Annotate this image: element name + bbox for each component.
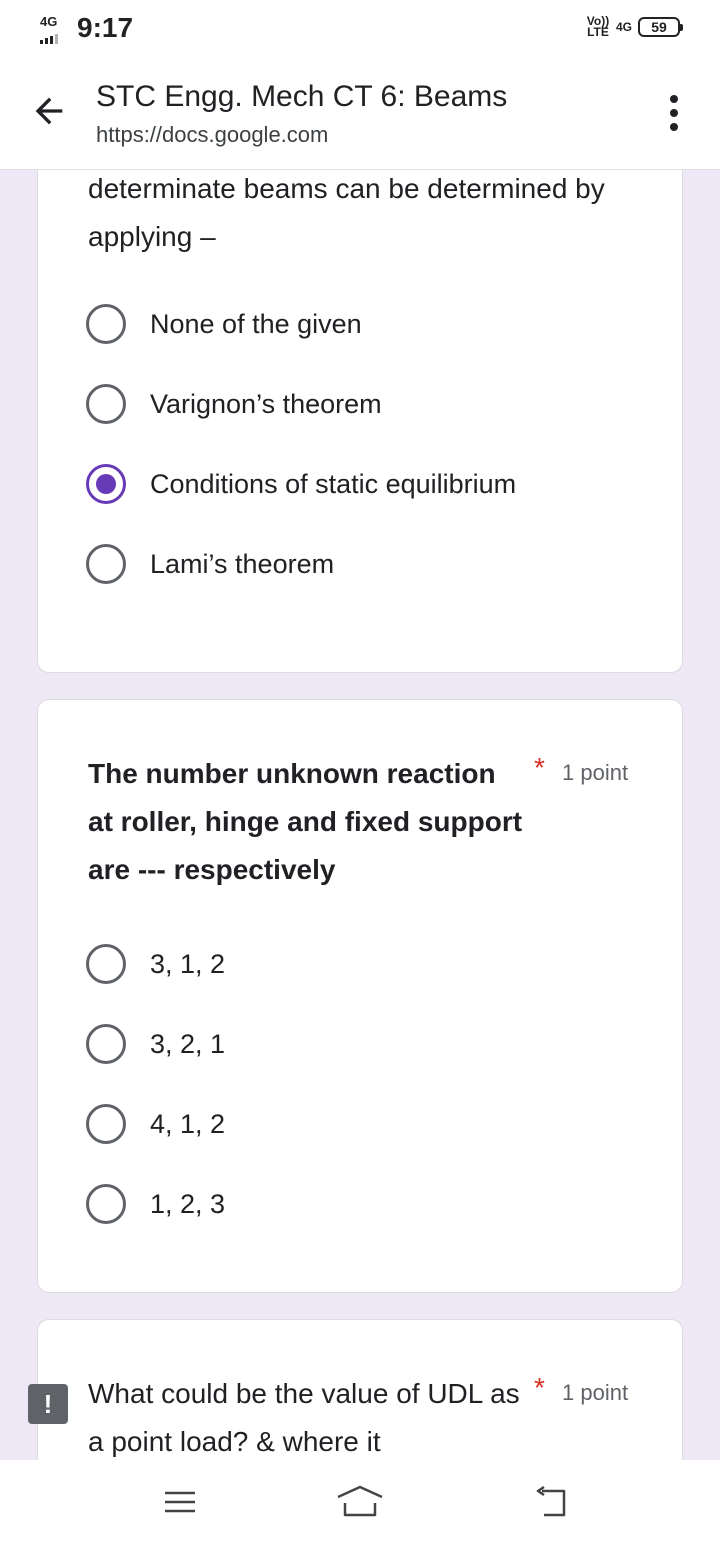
radio-option[interactable]: None of the given — [86, 299, 362, 349]
page-title: STC Engg. Mech CT 6: Beams — [96, 80, 508, 113]
radio-button[interactable] — [86, 1024, 126, 1064]
status-bar: 4G 9:17 Vo)) LTE 4G 59 — [0, 0, 720, 60]
battery-level: 59 — [651, 19, 667, 35]
volte-icon: Vo)) LTE — [586, 14, 610, 39]
app-bar: STC Engg. Mech CT 6: Beams https://docs.… — [0, 60, 720, 170]
recents-icon — [165, 1491, 195, 1513]
error-icon: ! — [28, 1384, 68, 1424]
radio-button[interactable] — [86, 1184, 126, 1224]
radio-button[interactable] — [86, 544, 126, 584]
home-button[interactable] — [330, 1482, 390, 1522]
required-asterisk: * — [534, 1372, 545, 1403]
home-icon — [337, 1485, 383, 1517]
back-button[interactable] — [26, 88, 72, 134]
question-title: What could be the value of UDL as a poin… — [88, 1378, 520, 1457]
radio-option[interactable]: 3, 1, 2 — [86, 939, 225, 989]
back-nav-button[interactable] — [520, 1482, 580, 1522]
radio-option[interactable]: 3, 2, 1 — [86, 1019, 225, 1069]
option-label: Varignon’s theorem — [150, 388, 382, 419]
radio-button[interactable] — [86, 304, 126, 344]
signal-icon: 4G — [38, 14, 70, 44]
radio-button[interactable] — [86, 944, 126, 984]
question-title: The number unknown reaction at roller, h… — [88, 758, 523, 885]
question-card: determinate beams can be determined by a… — [37, 170, 683, 673]
back-nav-icon — [536, 1485, 566, 1517]
option-label: 3, 1, 2 — [150, 948, 226, 979]
network-type-label: 4G — [40, 14, 58, 29]
page-url: https://docs.google.com — [96, 122, 329, 147]
radio-button[interactable] — [86, 1104, 126, 1144]
radio-option-selected[interactable]: Conditions of static equilibrium — [86, 459, 516, 509]
question-card: The number unknown reaction at roller, h… — [37, 699, 683, 1293]
radio-option[interactable]: Lami’s theorem — [86, 539, 334, 589]
question-card: What could be the value of UDL as a poin… — [37, 1319, 683, 1460]
arrow-back-icon — [35, 97, 63, 125]
option-label: Conditions of static equilibrium — [150, 468, 517, 499]
more-options-button[interactable] — [656, 90, 692, 136]
radio-button-checked[interactable] — [86, 464, 126, 504]
required-asterisk: * — [534, 752, 545, 783]
option-label: 3, 2, 1 — [150, 1028, 226, 1059]
radio-option[interactable]: 1, 2, 3 — [86, 1179, 225, 1229]
status-time: 9:17 — [77, 12, 134, 43]
option-label: Lami’s theorem — [150, 548, 335, 579]
navigation-bar — [0, 1460, 720, 1544]
option-label: 4, 1, 2 — [150, 1108, 226, 1139]
option-label: 1, 2, 3 — [150, 1188, 226, 1219]
radio-button[interactable] — [86, 384, 126, 424]
battery-icon: 59 — [638, 17, 683, 37]
option-label: None of the given — [150, 308, 362, 339]
radio-option[interactable]: 4, 1, 2 — [86, 1099, 225, 1149]
question-points: 1 point — [562, 760, 629, 785]
form-content[interactable]: determinate beams can be determined by a… — [0, 170, 720, 1460]
recents-button[interactable] — [150, 1482, 210, 1522]
question-points: 1 point — [562, 1380, 629, 1405]
more-vert-icon — [670, 95, 678, 103]
question-text: determinate beams can be determined by a… — [88, 173, 605, 252]
network-type-right: 4G — [615, 20, 632, 34]
radio-option[interactable]: Varignon’s theorem — [86, 379, 382, 429]
